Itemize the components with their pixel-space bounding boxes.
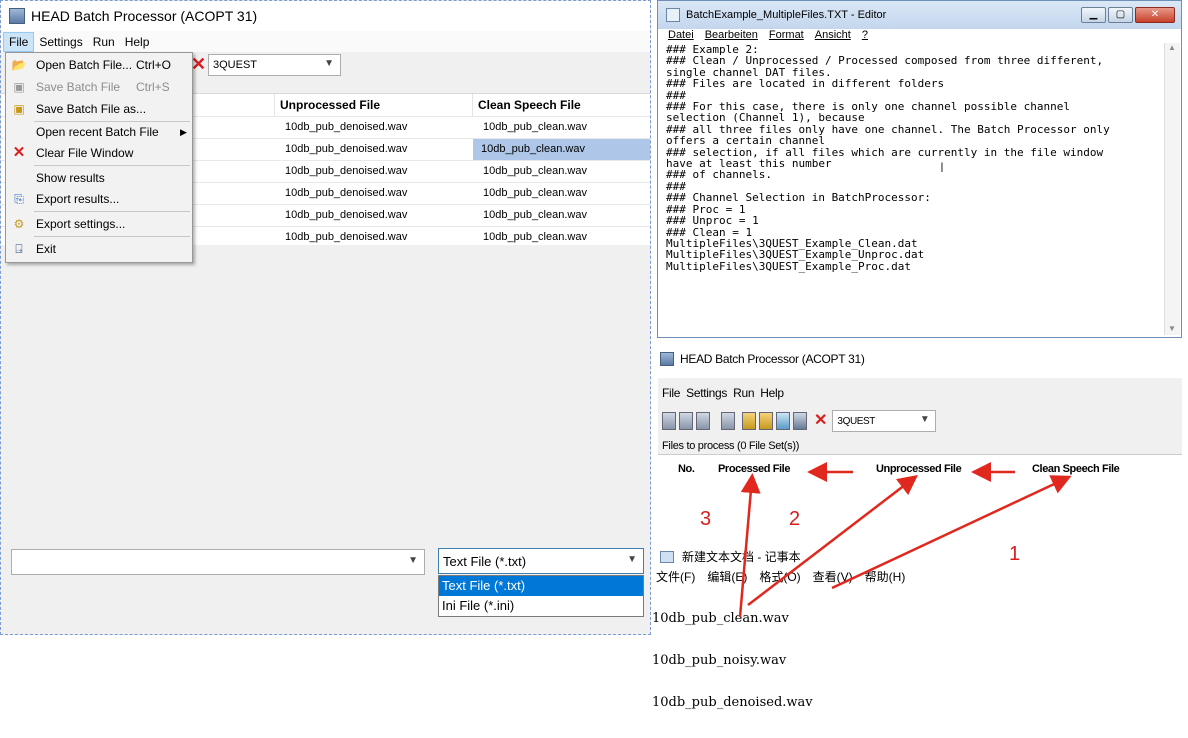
editor-menu-bar: Datei Bearbeiten Format Ansicht ? [658,29,1181,43]
clear-icon[interactable]: ✕ [191,55,206,73]
unprocessed-cell: 10db_pub_denoised.wav [285,121,408,133]
unprocessed-cell: 10db_pub_denoised.wav [285,231,408,243]
window-title: HEAD Batch Processor (ACOPT 31) [31,8,258,24]
file-type-select[interactable]: Text File (*.txt) ▼ [438,548,644,574]
menu-bar: File Settings Run Help [1,31,650,52]
open-folder-icon: 📂 [11,58,27,72]
menu-item-label: Exit [36,242,57,256]
menu-bearbeiten[interactable]: Bearbeiten [705,29,758,43]
menu-settings[interactable]: Settings [34,33,87,51]
column-header-clean[interactable]: Clean Speech File [472,94,650,116]
notepad-line: 10db_pub_denoised.wav [652,695,813,710]
menu-separator [34,236,190,237]
title-bar: HEAD Batch Processor (ACOPT 31) [1,1,650,31]
annotation-label-1: 1 [1009,543,1021,565]
file-type-options: Text File (*.txt) Ini File (*.ini) [438,575,644,617]
annotation-arrows [738,462,1072,618]
menu-item-export-settings[interactable]: ⚙ Export settings... [6,213,192,235]
menu-item-label: Clear File Window [36,146,134,160]
menu-item-label: Export results... [36,192,120,206]
unprocessed-cell: 10db_pub_denoised.wav [285,187,408,199]
close-button[interactable]: ✕ [1135,7,1175,23]
editor-title: BatchExample_MultipleFiles.TXT - Editor [686,9,887,21]
chevron-down-icon: ▼ [627,554,637,565]
arrow-line [747,474,918,606]
app-icon [9,8,25,24]
menu-item-save-as[interactable]: ▣ Save Batch File as... [6,98,192,120]
minimize-button[interactable]: ▁ [1081,7,1106,23]
menu-item-label: Open recent Batch File [36,125,159,139]
column-header-unprocessed[interactable]: Unprocessed File [274,94,472,116]
menu-item-exit[interactable]: ⍈ Exit [6,238,192,260]
editor-text-area[interactable]: ### Example 2: ### Clean / Unprocessed /… [666,44,1161,334]
algorithm-combo[interactable]: 3QUEST ▼ [208,54,341,76]
clean-cell: 10db_pub_clean.wav [483,209,587,221]
annotation-label-3: 3 [700,508,712,530]
file-type-value: Text File (*.txt) [443,553,527,569]
file-type-option-txt[interactable]: Text File (*.txt) [439,576,643,596]
arrow-line [738,473,761,618]
menu-help[interactable]: ? [862,29,868,43]
menu-item-export-results[interactable]: ⎘ Export results... [6,188,192,210]
annotation-label-2: 2 [789,508,801,530]
window-controls: ▁ ▢ ✕ [1081,7,1175,23]
menu-item-label: Open Batch File... [36,58,133,72]
scroll-down-icon[interactable]: ▼ [1168,324,1176,333]
file-type-option-ini[interactable]: Ini File (*.ini) [439,596,643,616]
menu-item-label: Save Batch File as... [36,102,147,116]
menu-format[interactable]: Format [769,29,804,43]
annotated-inset: HEAD Batch Processor (ACOPT 31) File Set… [652,342,1188,710]
notepad-line: 10db_pub_noisy.wav [652,653,787,668]
notepad-icon [666,8,680,22]
menu-separator [34,211,190,212]
save-as-icon: ▣ [13,102,25,116]
text-cursor-icon: I [940,159,944,175]
vertical-scrollbar[interactable]: ▲ ▼ [1164,43,1180,335]
shortcut-label: Ctrl+S [136,80,170,94]
editor-title-bar: BatchExample_MultipleFiles.TXT - Editor … [658,1,1181,29]
clean-cell: 10db_pub_clean.wav [483,231,587,243]
results-combo[interactable]: ▼ [11,549,425,575]
menu-item-open-batch[interactable]: 📂 Open Batch File... Ctrl+O [6,54,192,76]
arrow-line [831,475,1072,590]
menu-item-open-recent[interactable]: Open recent Batch File ▶ [6,121,192,143]
batch-processor-window: HEAD Batch Processor (ACOPT 31) File Set… [0,0,651,635]
menu-separator [34,165,190,166]
menu-help[interactable]: Help [120,33,155,51]
menu-item-label: Export settings... [36,217,126,231]
menu-item-label: Save Batch File [36,80,121,94]
save-icon: ▣ [13,80,25,94]
exit-icon: ⍈ [15,242,23,256]
scroll-up-icon[interactable]: ▲ [1168,43,1176,52]
export-settings-icon: ⚙ [13,217,25,231]
algorithm-combo-value: 3QUEST [213,59,258,71]
editor-window: BatchExample_MultipleFiles.TXT - Editor … [657,0,1182,338]
unprocessed-cell: 10db_pub_denoised.wav [285,165,408,177]
clean-cell: 10db_pub_clean.wav [483,165,587,177]
clear-icon: ✕ [12,144,26,161]
chevron-down-icon: ▼ [324,58,334,69]
menu-ansicht[interactable]: Ansicht [815,29,851,43]
maximize-button[interactable]: ▢ [1108,7,1133,23]
shortcut-label: Ctrl+O [136,58,172,72]
unprocessed-cell: 10db_pub_denoised.wav [285,143,408,155]
clean-cell: 10db_pub_clean.wav [483,187,587,199]
file-menu: 📂 Open Batch File... Ctrl+O ▣ Save Batch… [5,52,193,263]
clean-cell-selected: 10db_pub_clean.wav [473,139,650,160]
unprocessed-cell: 10db_pub_denoised.wav [285,209,408,221]
menu-item-label: Show results [36,171,105,185]
menu-item-save-batch[interactable]: ▣ Save Batch File Ctrl+S [6,76,192,98]
menu-run[interactable]: Run [88,33,120,51]
clean-cell: 10db_pub_clean.wav [483,121,587,133]
menu-file[interactable]: File [3,31,35,52]
menu-item-clear-file-window[interactable]: ✕ Clear File Window [6,142,192,164]
submenu-arrow-icon: ▶ [180,127,187,137]
menu-item-show-results[interactable]: Show results [6,167,192,189]
chevron-down-icon: ▼ [408,555,418,566]
export-icon: ⎘ [14,192,24,206]
menu-datei[interactable]: Datei [668,29,694,43]
